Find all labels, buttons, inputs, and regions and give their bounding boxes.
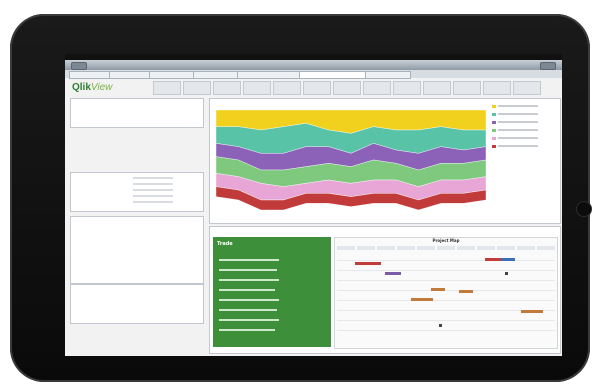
tab-5[interactable] [299,71,367,79]
filter-cell[interactable] [153,81,181,95]
month-header [337,246,355,250]
row-bar [133,195,173,197]
grid-line [337,280,555,281]
gantt-bar[interactable] [459,290,473,293]
filter-cell[interactable] [513,81,541,95]
trade-line[interactable] [219,319,279,321]
month-header [497,246,515,250]
menu-button[interactable] [540,62,556,70]
gantt-bar[interactable] [431,288,445,291]
filter-cell[interactable] [243,81,271,95]
tab-1[interactable] [109,71,151,79]
filter-cell[interactable] [483,81,511,95]
filter-cell[interactable] [303,81,331,95]
gantt-bar[interactable] [355,262,381,265]
totals-table [70,284,204,324]
search-box[interactable] [70,98,204,128]
filter-list-box [70,172,204,212]
month-header [517,246,535,250]
gantt-bar[interactable] [385,272,401,275]
filter-cell[interactable] [273,81,301,95]
project-panel: Trade Project Map [209,226,561,354]
legend-label [498,105,538,107]
month-header [417,246,435,250]
legend-label [498,113,538,115]
project-map-title: Project Map [432,238,460,243]
filter-cell[interactable] [423,81,451,95]
legend-swatch [492,137,496,140]
legend-swatch [492,113,496,116]
legend-swatch [492,129,496,132]
grid-line [337,330,555,331]
row-bar [133,189,173,191]
trade-line[interactable] [219,329,275,331]
tab-6[interactable] [365,71,411,79]
browser-title-bar [65,60,562,70]
legend-label [498,137,538,139]
filter-cell[interactable] [183,81,211,95]
logo-sub: View [90,82,113,93]
tab-3[interactable] [193,71,239,79]
trade-line[interactable] [219,299,279,301]
filter-cell[interactable] [393,81,421,95]
chart-svg [215,109,487,211]
grid-line [337,290,555,291]
legend-label [498,121,538,123]
trade-line[interactable] [219,289,275,291]
trade-panel: Trade [213,237,331,347]
month-header [477,246,495,250]
month-header [457,246,475,250]
tab-2[interactable] [149,71,195,79]
logo-main: Qlik [72,82,91,93]
grid-line [337,270,555,271]
trade-line[interactable] [219,279,279,281]
legend-swatch [492,121,496,124]
tab-4[interactable] [237,71,301,79]
gantt-bar[interactable] [501,258,515,261]
summary-table [70,216,204,284]
gantt-milestone[interactable] [505,272,508,275]
month-header [357,246,375,250]
trade-line[interactable] [219,309,277,311]
back-button[interactable] [71,62,87,70]
legend-label [498,129,538,131]
filter-strip [153,81,559,95]
trade-line[interactable] [219,269,277,271]
logo: QlikView [72,82,112,93]
grid-line [337,320,555,321]
legend-swatch [492,105,496,108]
grid-line [337,300,555,301]
trade-line[interactable] [219,259,279,261]
trade-title: Trade [217,241,233,247]
month-header [377,246,395,250]
month-header [537,246,555,250]
grid-line [337,260,555,261]
gantt-bar[interactable] [521,310,543,313]
home-button[interactable] [576,201,592,217]
tablet-frame: QlikView Trade Project Map [10,14,592,382]
legend-swatch [492,145,496,148]
tab-0[interactable] [69,71,111,79]
filter-cell[interactable] [453,81,481,95]
row-bar [133,183,173,185]
gantt-bar[interactable] [411,298,433,301]
project-map: Project Map [334,237,558,349]
gantt-milestone[interactable] [439,324,442,327]
month-header [397,246,415,250]
filter-cell[interactable] [213,81,241,95]
filter-cell[interactable] [363,81,391,95]
sheet-tabs [65,70,562,79]
screen: QlikView Trade Project Map [65,54,562,356]
row-bar [133,177,173,179]
left-panel [70,98,206,352]
filter-cell[interactable] [333,81,361,95]
legend-label [498,145,538,147]
row-bar [133,201,173,203]
month-header [437,246,455,250]
stacked-area-chart [209,98,561,224]
